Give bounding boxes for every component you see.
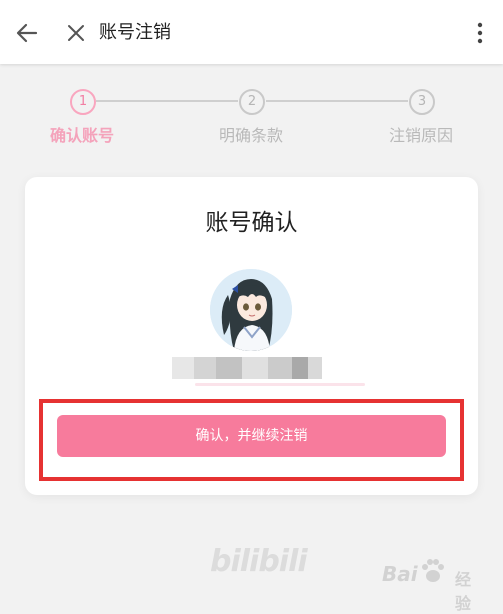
masked-username-underline	[195, 383, 365, 386]
top-app-bar: 账号注销	[0, 0, 503, 64]
avatar	[210, 269, 292, 351]
paw-icon	[422, 559, 444, 582]
step-2-indicator: 2	[239, 89, 265, 115]
step-3-label: 注销原因	[388, 126, 453, 145]
arrow-left-icon[interactable]	[14, 20, 40, 46]
avatar-illustration	[210, 269, 292, 351]
step-1-label: 确认账号	[49, 126, 114, 145]
step-3-indicator: 3	[409, 89, 435, 115]
watermark-subtext: 经验	[455, 570, 472, 613]
step-connector	[266, 100, 408, 102]
bilibili-logo: bilibili	[210, 544, 308, 579]
step-2-label: 明确条款	[218, 126, 283, 145]
progress-stepper: 1 2 3 确认账号 明确条款 注销原因	[0, 86, 503, 156]
step-connector	[96, 100, 238, 102]
confirm-continue-button[interactable]: 确认，并继续注销	[57, 415, 446, 457]
page-title: 账号注销	[99, 22, 171, 43]
baidu-watermark: Bai 经验	[382, 559, 471, 613]
more-vertical-icon[interactable]	[470, 20, 490, 46]
step-1-indicator: 1	[70, 89, 96, 115]
watermark-text: Bai	[382, 562, 418, 586]
card-title: 账号确认	[205, 210, 298, 236]
masked-username	[172, 357, 322, 385]
close-icon[interactable]	[64, 21, 88, 45]
